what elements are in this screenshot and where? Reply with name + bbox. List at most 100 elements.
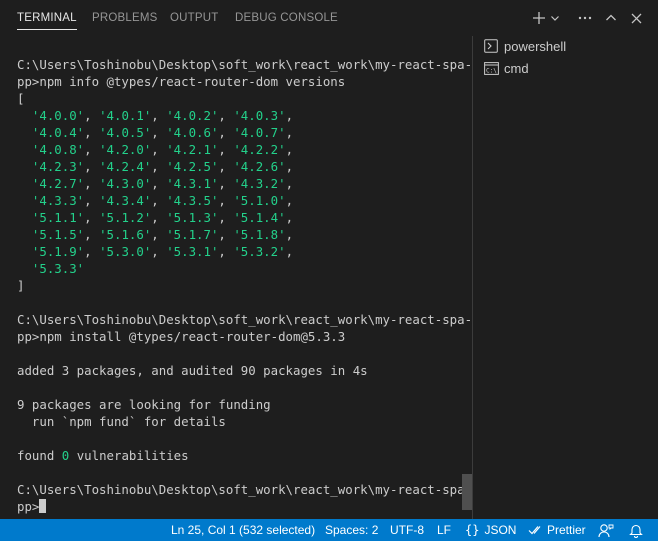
version-string: '4.0.2' xyxy=(166,108,219,123)
terminal-line: 9 packages are looking for funding xyxy=(17,397,271,412)
version-list: '4.0.0', '4.0.1', '4.0.2', '4.0.3', '4.0… xyxy=(17,107,470,277)
version-string: '5.1.9' xyxy=(31,244,85,259)
version-string: '4.3.1' xyxy=(166,176,219,191)
terminal-line: pp>npm install @types/react-router-dom@5… xyxy=(17,329,346,344)
tab-terminal[interactable]: TERMINAL xyxy=(17,0,77,36)
terminal-line: added 3 packages, and audited 90 package… xyxy=(17,363,368,378)
version-string: '5.3.1' xyxy=(166,244,219,259)
version-string: '4.2.5' xyxy=(166,159,219,174)
tab-output[interactable]: OUTPUT xyxy=(170,0,218,36)
terminal-output[interactable]: C:\Users\Toshinobu\Desktop\soft_work\rea… xyxy=(0,36,470,519)
prompt-text: pp> xyxy=(17,499,40,514)
status-bar: Ln 25, Col 1 (532 selected) Spaces: 2 UT… xyxy=(0,519,658,541)
version-row: '4.0.4', '4.0.5', '4.0.6', '4.0.7', xyxy=(31,125,294,140)
terminal-tab-powershell[interactable]: powershell xyxy=(473,35,658,57)
version-string: '4.0.5' xyxy=(99,125,152,140)
version-string: '4.3.3' xyxy=(31,193,85,208)
notifications-button[interactable] xyxy=(629,519,643,541)
end-of-line[interactable]: LF xyxy=(437,519,451,541)
tab-problems[interactable]: PROBLEMS xyxy=(92,0,158,36)
version-row: '5.1.9', '5.3.0', '5.3.1', '5.3.2', xyxy=(31,244,294,259)
version-string: '4.3.2' xyxy=(233,176,286,191)
version-string: '4.2.0' xyxy=(99,142,152,157)
version-row: '5.1.5', '5.1.6', '5.1.7', '5.1.8', xyxy=(31,227,294,242)
version-string: '4.2.3' xyxy=(31,159,85,174)
indentation[interactable]: Spaces: 2 xyxy=(325,519,378,541)
version-string: '4.2.2' xyxy=(233,142,286,157)
version-string: '4.2.4' xyxy=(99,159,152,174)
version-string: '4.3.4' xyxy=(99,193,152,208)
double-check-icon xyxy=(528,526,541,535)
version-row: '5.1.1', '5.1.2', '5.1.3', '5.1.4', xyxy=(31,210,294,225)
version-string: '5.1.3' xyxy=(166,210,219,225)
version-row: '4.2.7', '4.3.0', '4.3.1', '4.3.2', xyxy=(31,176,294,191)
version-string: '5.1.8' xyxy=(233,227,286,242)
terminal-tab-label: powershell xyxy=(504,38,567,54)
ellipsis-icon xyxy=(578,16,592,20)
prettier-status[interactable]: Prettier xyxy=(528,519,586,541)
version-row: '5.3.3' xyxy=(17,260,470,277)
terminal-tab-cmd[interactable]: C:\ cmd xyxy=(473,57,658,79)
panel-actions xyxy=(530,0,648,36)
braces-icon: {} xyxy=(465,523,480,537)
launch-profile-button[interactable] xyxy=(548,7,562,29)
terminal-line: pp> xyxy=(17,498,470,515)
version-string: '5.1.5' xyxy=(31,227,85,242)
vuln-suffix: vulnerabilities xyxy=(69,448,189,463)
version-string: '5.1.1' xyxy=(31,210,85,225)
version-string: '4.0.0' xyxy=(31,108,85,123)
version-string: '5.1.2' xyxy=(99,210,152,225)
version-string: '4.0.7' xyxy=(233,125,286,140)
terminal-cursor xyxy=(39,499,47,513)
panel-header: TERMINAL PROBLEMS OUTPUT DEBUG CONSOLE xyxy=(0,0,658,36)
close-panel-button[interactable] xyxy=(624,7,648,29)
chevron-up-icon xyxy=(606,14,616,21)
language-mode[interactable]: {} JSON xyxy=(465,519,516,541)
version-string: '4.2.1' xyxy=(166,142,219,157)
more-actions-button[interactable] xyxy=(572,7,598,29)
tab-debug-console[interactable]: DEBUG CONSOLE xyxy=(235,0,338,36)
svg-text:C:\: C:\ xyxy=(486,67,497,74)
close-icon xyxy=(631,13,641,23)
cmd-icon: C:\ xyxy=(483,60,499,76)
terminal-line: C:\Users\Toshinobu\Desktop\soft_work\rea… xyxy=(17,312,470,327)
version-string: '4.0.6' xyxy=(166,125,219,140)
terminal-line: ] xyxy=(17,278,25,293)
version-row: '4.0.8', '4.2.0', '4.2.1', '4.2.2', xyxy=(31,142,294,157)
feedback-person-icon xyxy=(598,523,614,537)
terminal-tabs-list: powershell C:\ cmd xyxy=(473,36,658,519)
version-row: '4.3.3', '4.3.4', '4.3.5', '5.1.0', xyxy=(31,193,294,208)
version-string: '4.3.0' xyxy=(99,176,152,191)
version-string: '5.1.0' xyxy=(233,193,286,208)
terminal-line: [ xyxy=(17,91,25,106)
terminal-line: pp>npm info @types/react-router-dom vers… xyxy=(17,74,346,89)
version-string: '4.0.1' xyxy=(99,108,152,123)
terminal-line: run `npm fund` for details xyxy=(17,414,226,429)
version-string: '5.3.0' xyxy=(99,244,152,259)
new-terminal-button[interactable] xyxy=(530,7,548,29)
encoding[interactable]: UTF-8 xyxy=(390,519,424,541)
terminal-icon xyxy=(483,38,499,54)
version-string: '4.2.6' xyxy=(233,159,286,174)
plus-icon xyxy=(533,12,545,24)
cursor-position[interactable]: Ln 25, Col 1 (532 selected) xyxy=(171,519,315,541)
terminal-line: found 0 vulnerabilities xyxy=(17,447,470,464)
version-string: '5.1.7' xyxy=(166,227,219,242)
maximize-panel-button[interactable] xyxy=(598,7,624,29)
version-string: '4.2.7' xyxy=(31,176,85,191)
feedback-button[interactable] xyxy=(598,519,614,541)
version-string: '4.3.5' xyxy=(166,193,219,208)
terminal-line: C:\Users\Toshinobu\Desktop\soft_work\rea… xyxy=(17,482,470,497)
version-row: '4.0.0', '4.0.1', '4.0.2', '4.0.3', xyxy=(31,108,294,123)
version-string: '5.1.6' xyxy=(99,227,152,242)
terminal-scrollbar-thumb[interactable] xyxy=(462,474,472,510)
version-string: '5.3.2' xyxy=(233,244,286,259)
version-row: '4.2.3', '4.2.4', '4.2.5', '4.2.6', xyxy=(31,159,294,174)
version-string: '5.3.3' xyxy=(31,261,85,276)
prettier-label: Prettier xyxy=(547,523,586,537)
vuln-prefix: found xyxy=(17,448,62,463)
